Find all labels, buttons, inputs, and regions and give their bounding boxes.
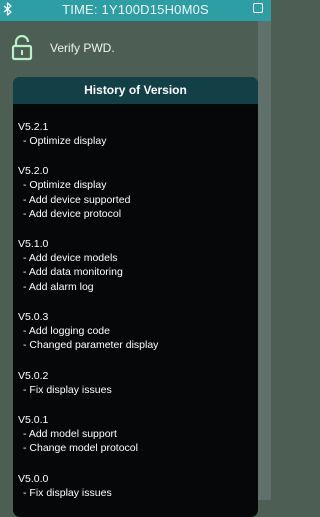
version-change-item: - Add logging code — [23, 325, 110, 338]
version-change-item: - Add device supported — [23, 193, 131, 206]
version-entry: V5.2.1 - Optimize display — [18, 120, 258, 148]
version-entry: V5.0.0- Fix display issues — [18, 472, 258, 500]
version-history-panel[interactable]: History of Version V5.2.1 - Optimize disp… — [13, 77, 258, 517]
version-change-item: - Change model protocol — [23, 442, 138, 455]
time-label: TIME: 1Y100D15H0M0S — [62, 2, 209, 17]
top-status-bar: TIME: 1Y100D15H0M0S — [0, 0, 271, 21]
version-change-item: - Add device models — [23, 252, 118, 265]
version-entry: V5.0.1- Add model support - Change model … — [18, 413, 258, 456]
lock-icon[interactable] — [11, 35, 33, 61]
version-number: V5.2.1 — [18, 121, 49, 133]
version-change-item: - Add alarm log — [23, 280, 94, 293]
version-number: V5.0.2 — [18, 369, 49, 382]
version-change-item: - Optimize display — [23, 179, 107, 192]
background-strip — [258, 21, 271, 500]
version-change-item: - Optimize display — [23, 135, 107, 147]
version-number: V5.0.0 — [18, 472, 49, 485]
version-number: V5.2.0 — [18, 165, 49, 178]
version-change-item: - Add model support — [23, 427, 117, 440]
version-number: V5.1.0 — [18, 238, 49, 251]
verify-password-row[interactable]: Verify PWD. — [0, 21, 271, 77]
verify-password-label: Verify PWD. — [50, 41, 115, 55]
version-change-item: - Add data monitoring — [23, 266, 123, 279]
version-entry: V5.0.2- Fix display issues — [18, 369, 258, 397]
version-list[interactable]: V5.2.1- Optimize display V5.2.0- Optimize… — [13, 104, 258, 500]
version-change-item: - Changed parameter display — [23, 339, 159, 352]
version-entry: V5.2.0- Optimize display - Add device sup… — [18, 164, 258, 221]
version-entry: V5.0.3- Add logging code - Changed parame… — [18, 310, 258, 353]
panel-title: History of Version — [13, 77, 258, 104]
version-number: V5.0.3 — [18, 311, 49, 324]
version-entry: V5.1.0- Add device models - Add data moni… — [18, 237, 258, 294]
menu-icon[interactable] — [253, 3, 263, 13]
version-change-item: - Fix display issues — [23, 486, 112, 499]
version-change-item: - Add device protocol — [23, 207, 122, 220]
version-change-item: - Fix display issues — [23, 383, 112, 396]
version-number: V5.0.1 — [18, 413, 49, 426]
